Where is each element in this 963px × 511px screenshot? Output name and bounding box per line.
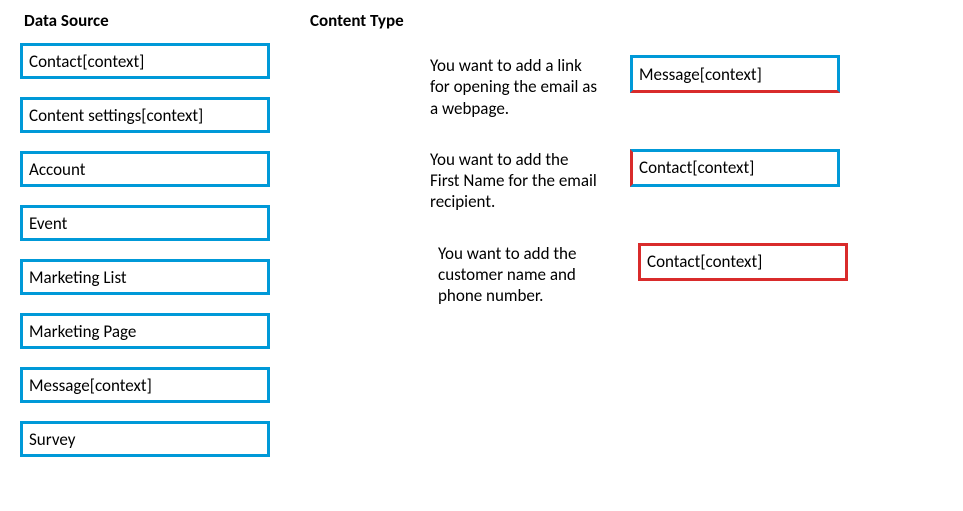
source-label: Marketing List (29, 267, 127, 288)
source-item-marketing-list[interactable]: Marketing List (20, 259, 270, 295)
source-item-contact[interactable]: Contact[context] (20, 43, 270, 79)
data-source-heading: Data Source (20, 10, 270, 31)
content-row: You want to add the customer name and ph… (310, 243, 943, 307)
answer-label: Contact[context] (639, 157, 754, 178)
source-label: Contact[context] (29, 51, 144, 72)
row-description: You want to add the First Name for the e… (310, 149, 600, 213)
source-label: Survey (29, 429, 75, 450)
source-label: Account (29, 159, 85, 180)
row-description: You want to add the customer name and ph… (310, 243, 608, 307)
source-item-survey[interactable]: Survey (20, 421, 270, 457)
content-row: You want to add a link for opening the e… (310, 55, 943, 119)
answer-label: Message[context] (639, 64, 762, 85)
source-item-marketing-page[interactable]: Marketing Page (20, 313, 270, 349)
content-rows: You want to add a link for opening the e… (310, 55, 943, 306)
content-type-heading: Content Type (310, 10, 943, 31)
source-item-account[interactable]: Account (20, 151, 270, 187)
content-type-section: Content Type You want to add a link for … (310, 10, 943, 457)
source-label: Event (29, 213, 67, 234)
source-label: Content settings[context] (29, 105, 203, 126)
data-source-column: Data Source Contact[context] Content set… (20, 10, 270, 457)
answer-box-contact-red[interactable]: Contact[context] (638, 243, 848, 281)
content-row: You want to add the First Name for the e… (310, 149, 943, 213)
source-label: Message[context] (29, 375, 152, 396)
answer-box-message[interactable]: Message[context] (630, 55, 840, 93)
row-description: You want to add a link for opening the e… (310, 55, 600, 119)
answer-box-contact[interactable]: Contact[context] (630, 149, 840, 187)
source-label: Marketing Page (29, 321, 136, 342)
source-item-message[interactable]: Message[context] (20, 367, 270, 403)
answer-label: Contact[context] (647, 251, 762, 272)
source-item-content-settings[interactable]: Content settings[context] (20, 97, 270, 133)
source-list: Contact[context] Content settings[contex… (20, 43, 270, 457)
source-item-event[interactable]: Event (20, 205, 270, 241)
